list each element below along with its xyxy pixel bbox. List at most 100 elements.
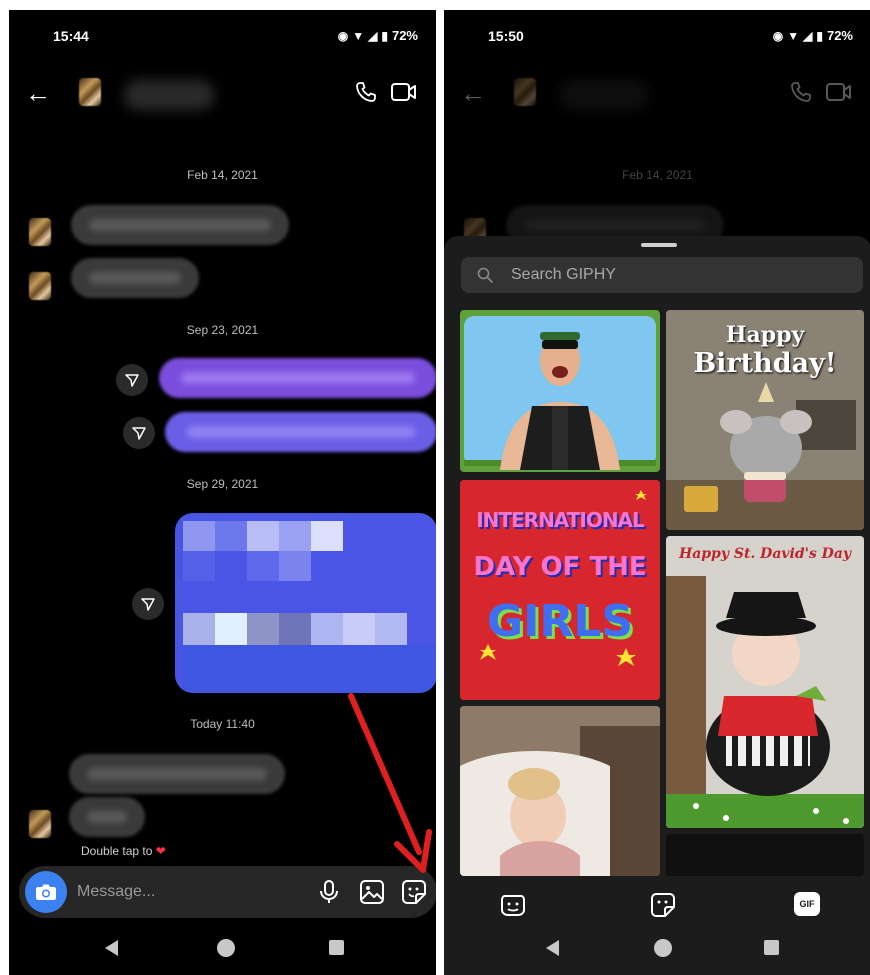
message-bubble-sent[interactable]	[159, 358, 436, 398]
gif-st-davids-day[interactable]: Happy St. David's Day	[666, 536, 864, 828]
gif-st-davids-art	[666, 536, 864, 828]
status-icons: ◉ ▼ ◢ ▮ 72%	[338, 28, 418, 43]
gif-international-day-of-the-girls[interactable]: INTERNATIONAL DAY OF THE GIRLS	[460, 480, 660, 700]
contact-name-redacted[interactable]	[559, 80, 649, 110]
sender-avatar[interactable]	[29, 810, 51, 838]
pixel-block	[215, 613, 247, 645]
double-tap-hint: Double tap to ❤	[81, 844, 166, 858]
wifi-icon: ▼	[787, 28, 800, 43]
share-send-icon[interactable]	[116, 364, 148, 396]
nav-home-icon[interactable]	[217, 939, 235, 957]
nav-recents-icon[interactable]	[329, 940, 344, 955]
shared-image-message-redacted[interactable]	[175, 513, 436, 693]
microphone-icon[interactable]	[317, 879, 341, 905]
giphy-tab-bar: GIF	[444, 876, 870, 932]
battery-percent: 72%	[826, 28, 853, 43]
pixel-block	[247, 551, 279, 581]
search-icon	[477, 267, 493, 283]
video-call-icon[interactable]	[825, 81, 853, 103]
gif-birthday-line1: Happy	[725, 322, 805, 348]
gif-happy-birthday[interactable]: Happy Birthday!	[666, 310, 864, 530]
nav-back-icon[interactable]	[105, 940, 118, 956]
camera-icon	[36, 884, 56, 900]
gallery-image-icon[interactable]	[359, 879, 385, 905]
chat-header: ←	[9, 70, 436, 120]
status-time: 15:50	[488, 28, 524, 44]
heart-icon: ❤	[155, 844, 166, 858]
gif-baby[interactable]	[460, 706, 660, 876]
contact-avatar[interactable]	[514, 78, 536, 106]
pixel-block	[183, 521, 215, 551]
battery-icon: ▮	[381, 28, 388, 43]
share-send-icon[interactable]	[132, 588, 164, 620]
signal-icon: ◢	[368, 28, 378, 43]
sender-avatar[interactable]	[29, 272, 51, 300]
paper-plane-icon	[125, 374, 139, 387]
contact-name-redacted[interactable]	[124, 80, 214, 110]
message-bubble-sent[interactable]	[165, 412, 436, 452]
avatar-sticker-tab-icon[interactable]	[500, 892, 526, 918]
pixel-block	[183, 645, 436, 693]
gif-girls-line2: DAY OF THE	[473, 552, 647, 582]
pixel-block	[183, 613, 215, 645]
contact-avatar[interactable]	[79, 78, 101, 106]
pixel-block	[183, 551, 215, 581]
sticker-icon[interactable]	[401, 879, 427, 905]
battery-percent: 72%	[391, 28, 418, 43]
battery-icon: ▮	[816, 28, 823, 43]
back-arrow-icon[interactable]: ←	[25, 80, 51, 106]
pixel-block	[247, 521, 279, 551]
pixel-block	[279, 521, 311, 551]
phone-call-icon[interactable]	[789, 80, 813, 104]
giphy-search-input[interactable]	[511, 263, 841, 287]
phone-call-icon[interactable]	[354, 80, 378, 104]
pixel-block	[279, 613, 311, 645]
camera-button[interactable]	[25, 871, 67, 913]
message-bubble-received[interactable]	[69, 754, 285, 794]
eye-icon: ◉	[772, 28, 784, 43]
pixel-block	[311, 521, 343, 551]
message-composer	[19, 866, 436, 918]
nav-home-icon[interactable]	[654, 939, 672, 957]
android-nav-bar	[444, 932, 870, 975]
nav-back-icon[interactable]	[546, 940, 559, 956]
sender-avatar[interactable]	[29, 218, 51, 246]
gif-baby-art	[460, 706, 660, 876]
pixel-block	[375, 613, 407, 645]
pixel-block	[343, 613, 375, 645]
double-tap-text: Double tap to	[81, 844, 153, 858]
date-separator: Sep 29, 2021	[186, 477, 259, 491]
date-separator: Today 11:40	[190, 717, 255, 731]
gif-man-shouting[interactable]	[460, 310, 660, 472]
status-bar: 15:44 ◉ ▼ ◢ ▮ 72%	[9, 10, 436, 62]
message-bubble-received[interactable]	[71, 205, 289, 245]
gif-girls-line1: INTERNATIONAL	[476, 508, 645, 532]
share-send-icon[interactable]	[123, 417, 155, 449]
message-input[interactable]	[77, 880, 267, 904]
gif-partial-dark[interactable]	[666, 834, 864, 876]
message-bubble-received[interactable]	[71, 258, 199, 298]
gif-girls-line3: GIRLS	[486, 596, 634, 647]
date-separator: Feb 14, 2021	[187, 168, 258, 182]
eye-icon: ◉	[337, 28, 349, 43]
sticker-tab-icon[interactable]	[650, 892, 676, 918]
giphy-sheet: Happy Birthday! INTERNATIONAL DAY OF THE…	[444, 236, 870, 975]
pixel-block	[311, 613, 343, 645]
message-bubble-received[interactable]	[69, 797, 145, 837]
chat-screen-right: 15:50 ◉ ▼ ◢ ▮ 72% ← Feb 14, 2021 Search …	[444, 10, 870, 975]
pixel-block	[247, 613, 279, 645]
pixel-block	[215, 521, 247, 551]
gif-tab[interactable]: GIF	[794, 892, 820, 916]
chat-screen-left: 15:44 ◉ ▼ ◢ ▮ 72% ← Feb 14, 2021 Sep 23,…	[9, 10, 436, 975]
gif-birthday-line2: Birthday!	[693, 348, 837, 379]
date-separator: Sep 23, 2021	[186, 323, 259, 337]
paper-plane-icon	[141, 598, 155, 611]
giphy-search-box[interactable]	[461, 257, 863, 293]
sheet-drag-handle[interactable]	[641, 243, 677, 247]
back-arrow-icon[interactable]: ←	[460, 80, 486, 106]
status-bar: 15:50 ◉ ▼ ◢ ▮ 72%	[444, 10, 870, 62]
chat-header: ←	[444, 70, 870, 120]
nav-recents-icon[interactable]	[764, 940, 779, 955]
signal-icon: ◢	[803, 28, 813, 43]
video-call-icon[interactable]	[390, 81, 418, 103]
